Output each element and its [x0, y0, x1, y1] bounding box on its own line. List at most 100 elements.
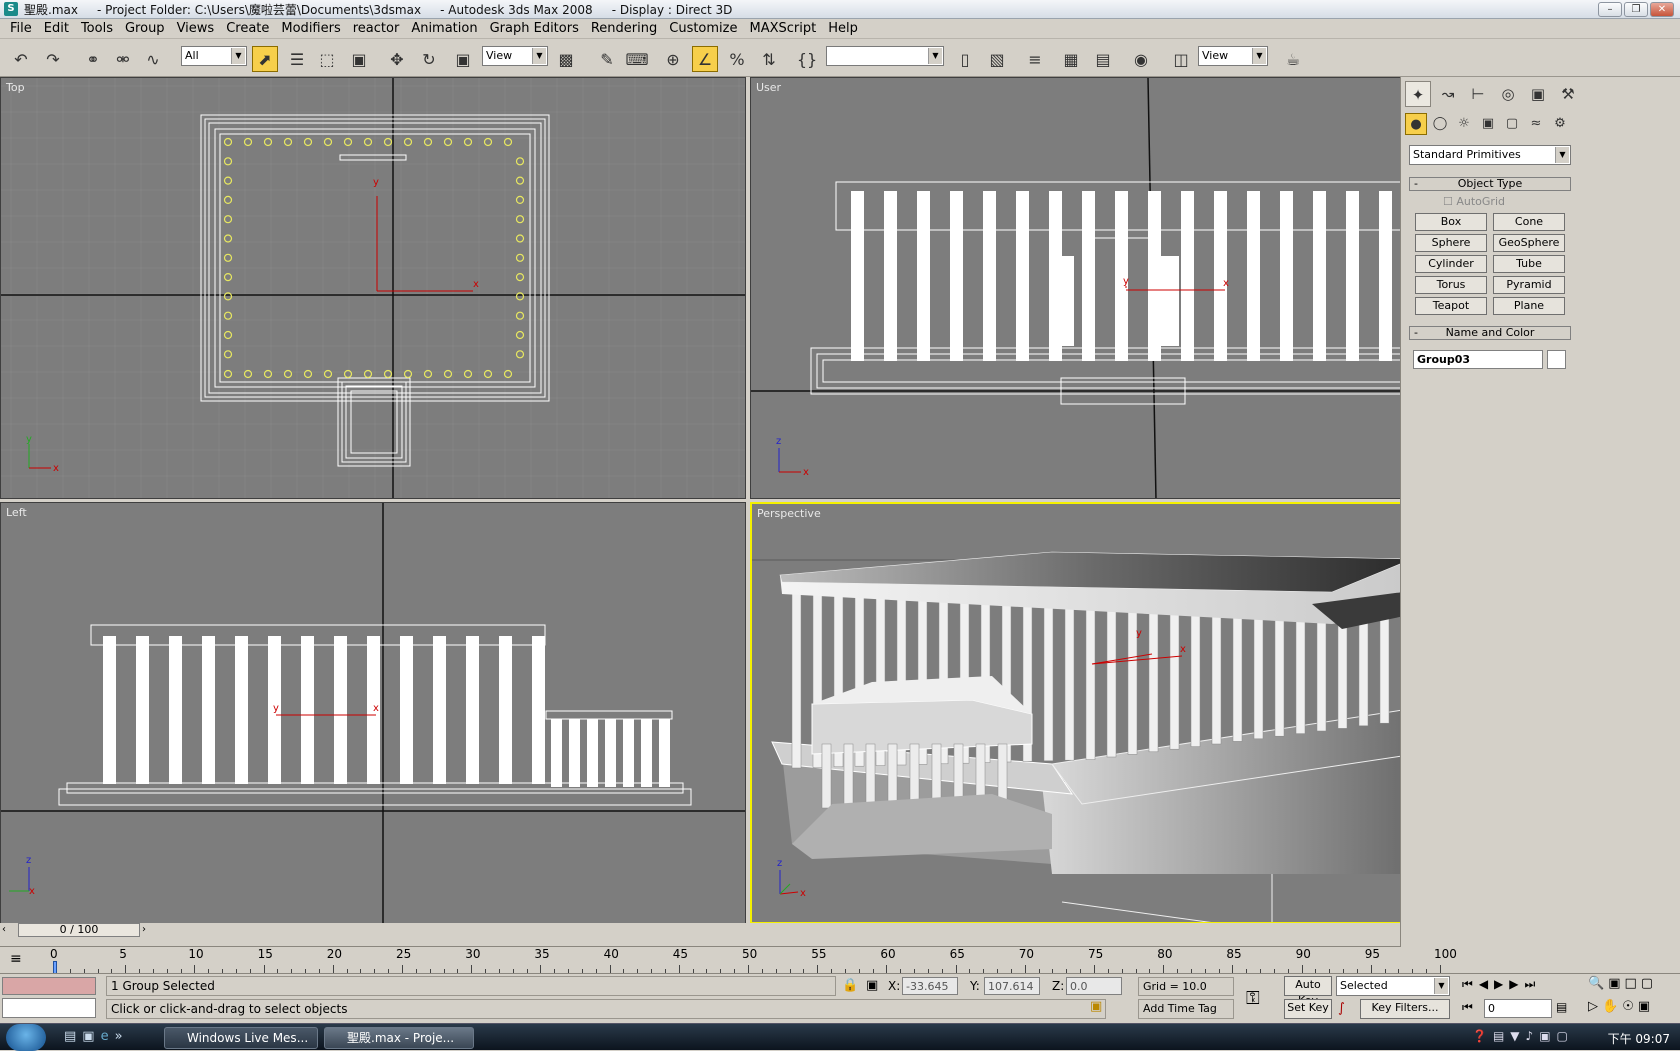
snap-toggle-icon[interactable]: ⊕ [660, 46, 686, 72]
switch-windows-icon[interactable]: ▣ [82, 1029, 94, 1044]
maxscript-listener-mini[interactable] [2, 977, 96, 995]
cone-button[interactable]: Cone [1493, 213, 1565, 231]
percent-snap-icon[interactable]: % [724, 46, 750, 72]
material-editor-icon[interactable]: ◉ [1128, 46, 1154, 72]
quick-render-icon[interactable]: ☕ [1280, 46, 1306, 72]
show-desktop-icon[interactable]: ▤ [64, 1029, 76, 1044]
keyboard-shortcut-override-icon[interactable]: ⌨ [624, 46, 650, 72]
space-warps-icon[interactable]: ≈ [1525, 113, 1547, 135]
menu-animation[interactable]: Animation [405, 21, 483, 36]
sphere-button[interactable]: Sphere [1415, 234, 1487, 252]
menu-edit[interactable]: Edit [38, 21, 75, 36]
language-tray-icon[interactable]: ▣ [1539, 1029, 1550, 1043]
motion-tab-icon[interactable]: ◎ [1495, 81, 1521, 107]
maxscript-input[interactable] [2, 998, 96, 1018]
set-key-button[interactable]: Set Key [1284, 999, 1332, 1019]
render-setup-icon[interactable]: ◫ [1168, 46, 1194, 72]
primitive-category-dropdown[interactable]: Standard Primitives ▼ [1409, 145, 1571, 165]
current-frame-field[interactable]: 0 [1484, 999, 1552, 1018]
taskbar-item-3dsmax[interactable]: 聖殿.max - Proje... [324, 1027, 474, 1049]
internet-explorer-icon[interactable]: e [101, 1029, 109, 1044]
y-coordinate-field[interactable]: 107.614 [984, 977, 1040, 995]
display-tab-icon[interactable]: ▣ [1525, 81, 1551, 107]
name-and-color-rollout[interactable]: - Name and Color [1409, 326, 1571, 340]
select-manipulate-icon[interactable]: ✎ [594, 46, 620, 72]
utilities-tab-icon[interactable]: ⚒ [1555, 81, 1581, 107]
time-configuration-icon[interactable]: ▤ [1556, 1000, 1567, 1014]
key-mode-toggle-icon[interactable]: ⏮ [1462, 1000, 1473, 1015]
tube-button[interactable]: Tube [1493, 255, 1565, 273]
go-to-end-icon[interactable]: ⏭ [1525, 977, 1536, 992]
close-button[interactable]: ✕ [1650, 2, 1674, 17]
window-crossing-icon[interactable]: ▣ [346, 46, 372, 72]
default-in-out-tangents-icon[interactable]: ∫ [1338, 1001, 1345, 1016]
viewport-left[interactable]: Left y x z x [0, 502, 746, 924]
menu-help[interactable]: Help [822, 21, 864, 36]
absolute-mode-icon[interactable]: ▣ [866, 978, 878, 993]
named-selection-sets-dropdown[interactable]: ▼ [826, 46, 944, 66]
zoom-extents-icon[interactable]: □ [1624, 976, 1636, 991]
schematic-view-icon[interactable]: ▤ [1090, 46, 1116, 72]
time-slider[interactable]: ‹ 0 / 100 › [0, 923, 1400, 937]
modify-tab-icon[interactable]: ↝ [1435, 81, 1461, 107]
autogrid-checkbox[interactable]: ☐ AutoGrid [1443, 195, 1505, 208]
go-to-start-icon[interactable]: ⏮ [1462, 977, 1473, 992]
lights-icon[interactable]: ☼ [1453, 113, 1475, 135]
menu-tools[interactable]: Tools [75, 21, 119, 36]
viewport-user[interactable]: User y x z x [750, 77, 1496, 499]
menu-graph-editors[interactable]: Graph Editors [484, 21, 585, 36]
edit-named-selection-icon[interactable]: {} [794, 46, 820, 72]
network-tray-icon[interactable]: ▤ [1493, 1029, 1504, 1043]
menu-file[interactable]: File [4, 21, 38, 36]
layer-manager-icon[interactable]: ≡ [1022, 46, 1048, 72]
quick-launch-more-icon[interactable]: » [115, 1029, 123, 1044]
rotate-icon[interactable]: ↻ [416, 46, 442, 72]
unlink-icon[interactable]: ⚮ [110, 46, 136, 72]
menu-rendering[interactable]: Rendering [585, 21, 663, 36]
reference-coordinate-dropdown[interactable]: View ▼ [482, 46, 548, 66]
shapes-icon[interactable]: ◯ [1429, 113, 1451, 135]
link-icon[interactable]: ⚭ [80, 46, 106, 72]
key-mode-dropdown[interactable]: Selected ▼ [1336, 976, 1450, 996]
menu-modifiers[interactable]: Modifiers [275, 21, 346, 36]
scale-icon[interactable]: ▣ [450, 46, 476, 72]
prev-frame-icon[interactable]: ‹ [2, 924, 14, 936]
move-icon[interactable]: ✥ [384, 46, 410, 72]
hierarchy-tab-icon[interactable]: ⊢ [1465, 81, 1491, 107]
viewport-top[interactable]: Top y x y x [0, 77, 746, 499]
menu-views[interactable]: Views [171, 21, 221, 36]
box-button[interactable]: Box [1415, 213, 1487, 231]
start-button[interactable] [6, 1024, 46, 1051]
geometry-icon[interactable]: ● [1405, 113, 1427, 135]
zoom-all-icon[interactable]: ▣ [1608, 976, 1620, 991]
next-frame-icon[interactable]: ▶ [1509, 977, 1518, 992]
render-type-dropdown[interactable]: View ▼ [1198, 46, 1268, 66]
key-filters-button[interactable]: Key Filters... [1360, 999, 1450, 1019]
viewport-perspective[interactable]: Perspective x y z x [750, 502, 1496, 924]
pyramid-button[interactable]: Pyramid [1493, 276, 1565, 294]
time-tag-icon[interactable]: ▣ [1090, 999, 1102, 1014]
pivot-center-icon[interactable]: ▩ [553, 46, 579, 72]
spinner-snap-icon[interactable]: ⇅ [756, 46, 782, 72]
curve-editor-icon[interactable]: ▦ [1058, 46, 1084, 72]
maximize-viewport-icon[interactable]: ▣ [1638, 999, 1650, 1014]
zoom-extents-all-icon[interactable]: ▢ [1641, 976, 1653, 991]
previous-frame-icon[interactable]: ◀ [1479, 977, 1488, 992]
taskbar-item-messenger[interactable]: Windows Live Mes... [164, 1027, 318, 1049]
play-icon[interactable]: ▶ [1494, 977, 1503, 992]
battery-tray-icon[interactable]: ▢ [1557, 1029, 1568, 1043]
open-mini-curve-editor-icon[interactable]: ≡ [10, 951, 22, 967]
rectangular-selection-icon[interactable]: ⬚ [314, 46, 340, 72]
select-by-name-icon[interactable]: ☰ [284, 46, 310, 72]
pan-icon[interactable]: ✋ [1602, 999, 1618, 1014]
undo-icon[interactable]: ↶ [8, 46, 34, 72]
menu-customize[interactable]: Customize [663, 21, 743, 36]
object-type-rollout[interactable]: - Object Type [1409, 177, 1571, 191]
object-color-swatch[interactable] [1547, 350, 1566, 369]
volume-tray-icon[interactable]: ♪ [1526, 1029, 1534, 1043]
next-frame-icon[interactable]: › [142, 924, 154, 936]
input-method-icon[interactable]: ▼ [1510, 1029, 1519, 1043]
z-coordinate-field[interactable]: 0.0 [1066, 977, 1122, 995]
teapot-button[interactable]: Teapot [1415, 297, 1487, 315]
selection-filter-dropdown[interactable]: All ▼ [181, 46, 247, 66]
